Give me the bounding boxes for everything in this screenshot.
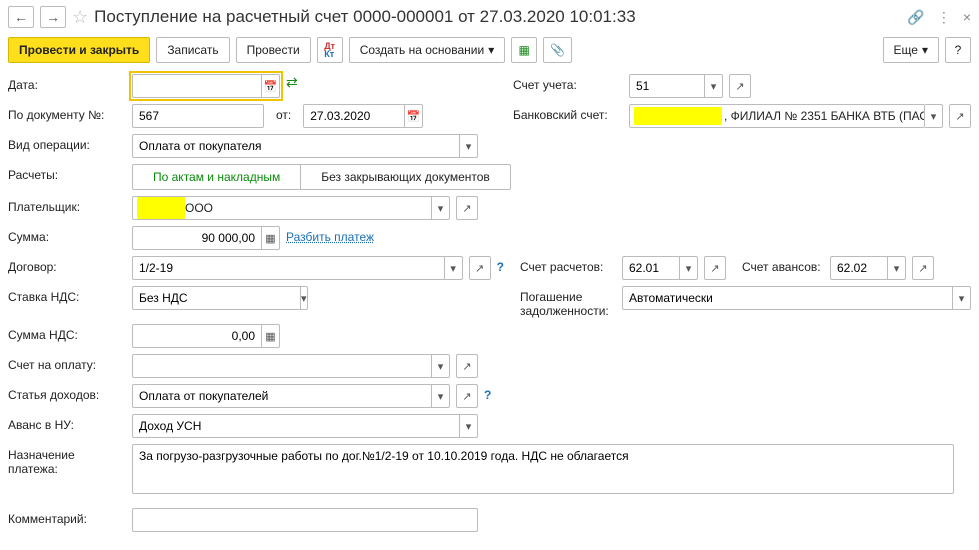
page-title: Поступление на расчетный счет 0000-00000… <box>94 7 901 27</box>
save-button[interactable]: Записать <box>156 37 229 63</box>
link-icon[interactable]: 🔗 <box>907 9 924 26</box>
bankaccount-input[interactable]: , ФИЛИАЛ № 2351 БАНКА ВТБ (ПАО <box>629 104 925 128</box>
comment-label: Комментарий: <box>8 508 126 526</box>
create-based-on-button[interactable]: Создать на основании ▾ <box>349 37 506 63</box>
more-button[interactable]: Еще ▾ <box>883 37 939 63</box>
debtrepay-label: Погашение задолженности: <box>520 286 616 318</box>
toolbar: Провести и закрыть Записать Провести ДтК… <box>8 34 971 71</box>
incomeitem-input[interactable] <box>132 384 432 408</box>
help-icon[interactable]: ? <box>484 384 491 402</box>
dropdown-icon[interactable]: ▾ <box>432 384 450 408</box>
dtk-icon: ДтКт <box>324 42 335 58</box>
open-icon[interactable]: ↗ <box>729 74 751 98</box>
bank-suffix: , ФИЛИАЛ № 2351 БАНКА ВТБ (ПАО <box>724 109 925 123</box>
calc-icon[interactable]: ▦ <box>262 324 280 348</box>
vatrate-input[interactable] <box>132 286 301 310</box>
open-icon[interactable]: ↗ <box>456 384 478 408</box>
payer-redacted <box>137 197 185 219</box>
register-button[interactable]: ▦ <box>511 37 537 63</box>
from-label: от: <box>270 104 297 122</box>
advance-account-label: Счет авансов: <box>732 256 824 274</box>
open-icon[interactable]: ↗ <box>912 256 934 280</box>
incomeitem-label: Статья доходов: <box>8 384 126 402</box>
calendar-icon[interactable]: 📅 <box>405 104 423 128</box>
title-bar: ← → ☆ Поступление на расчетный счет 0000… <box>8 4 971 34</box>
vatsum-input[interactable] <box>132 324 262 348</box>
open-icon[interactable]: ↗ <box>949 104 971 128</box>
close-icon[interactable]: × <box>963 9 971 25</box>
sum-input[interactable] <box>132 226 262 250</box>
dtk-button[interactable]: ДтКт <box>317 37 343 63</box>
open-icon[interactable]: ↗ <box>456 196 478 220</box>
help-icon[interactable]: ? <box>497 256 504 274</box>
advancenu-label: Аванс в НУ: <box>8 414 126 432</box>
payer-suffix: ООО <box>185 201 213 215</box>
open-icon[interactable]: ↗ <box>704 256 726 280</box>
date-field-wrapper: 📅 <box>132 74 280 98</box>
favorite-star-icon[interactable]: ☆ <box>72 7 88 28</box>
docdate-input[interactable] <box>303 104 405 128</box>
advance-account-input[interactable] <box>830 256 888 280</box>
optype-label: Вид операции: <box>8 134 126 152</box>
account-input[interactable] <box>629 74 705 98</box>
date-input[interactable] <box>132 74 262 98</box>
back-button[interactable]: ← <box>8 6 34 28</box>
dropdown-icon[interactable]: ▾ <box>301 286 308 310</box>
payer-input[interactable]: ООО <box>132 196 432 220</box>
open-icon[interactable]: ↗ <box>456 354 478 378</box>
settl-account-label: Счет расчетов: <box>520 256 616 274</box>
vatrate-label: Ставка НДС: <box>8 286 126 304</box>
docno-input[interactable] <box>132 104 264 128</box>
calc-icon[interactable]: ▦ <box>262 226 280 250</box>
comment-input[interactable] <box>132 508 478 532</box>
debtrepay-input[interactable] <box>622 286 953 310</box>
dropdown-icon[interactable]: ▾ <box>460 134 478 158</box>
purpose-label: Назначение платежа: <box>8 444 126 476</box>
dropdown-icon[interactable]: ▾ <box>460 414 478 438</box>
purpose-textarea[interactable] <box>132 444 954 494</box>
post-and-close-button[interactable]: Провести и закрыть <box>8 37 150 63</box>
sum-label: Сумма: <box>8 226 126 244</box>
payer-label: Плательщик: <box>8 196 126 214</box>
dropdown-icon[interactable]: ▾ <box>925 104 943 128</box>
create-based-on-label: Создать на основании <box>360 43 485 57</box>
dropdown-icon[interactable]: ▾ <box>432 354 450 378</box>
dropdown-icon[interactable]: ▾ <box>705 74 723 98</box>
settl-account-input[interactable] <box>622 256 680 280</box>
calc-label: Расчеты: <box>8 164 126 182</box>
sync-icon[interactable]: ⇄ <box>286 74 298 91</box>
dropdown-icon[interactable]: ▾ <box>432 196 450 220</box>
bankaccount-label: Банковский счет: <box>513 104 623 122</box>
open-icon[interactable]: ↗ <box>469 256 491 280</box>
contract-input[interactable] <box>132 256 445 280</box>
contract-label: Договор: <box>8 256 126 274</box>
no-closing-button[interactable]: Без закрывающих документов <box>301 164 511 190</box>
docno-label: По документу №: <box>8 104 126 122</box>
more-menu-icon[interactable]: ⋮ <box>937 9 951 26</box>
calendar-icon[interactable]: 📅 <box>262 74 280 98</box>
help-button[interactable]: ? <box>945 37 971 63</box>
forward-button[interactable]: → <box>40 6 66 28</box>
date-label: Дата: <box>8 74 126 92</box>
vatsum-label: Сумма НДС: <box>8 324 126 342</box>
dropdown-icon[interactable]: ▾ <box>888 256 906 280</box>
by-acts-button[interactable]: По актам и накладным <box>132 164 301 190</box>
calc-segment: По актам и накладным Без закрывающих док… <box>132 164 511 190</box>
optype-input[interactable] <box>132 134 460 158</box>
advancenu-input[interactable] <box>132 414 460 438</box>
split-payment-link[interactable]: Разбить платеж <box>286 226 374 244</box>
more-label: Еще <box>894 43 918 57</box>
account-label: Счет учета: <box>513 74 623 92</box>
chevron-down-icon: ▾ <box>922 43 928 57</box>
dropdown-icon[interactable]: ▾ <box>953 286 971 310</box>
invoice-label: Счет на оплату: <box>8 354 126 372</box>
invoice-input[interactable] <box>132 354 432 378</box>
dropdown-icon[interactable]: ▾ <box>680 256 698 280</box>
bank-redacted <box>634 107 722 125</box>
post-button[interactable]: Провести <box>236 37 311 63</box>
attach-button[interactable]: 📎 <box>543 37 572 63</box>
chevron-down-icon: ▾ <box>488 43 494 57</box>
dropdown-icon[interactable]: ▾ <box>445 256 463 280</box>
